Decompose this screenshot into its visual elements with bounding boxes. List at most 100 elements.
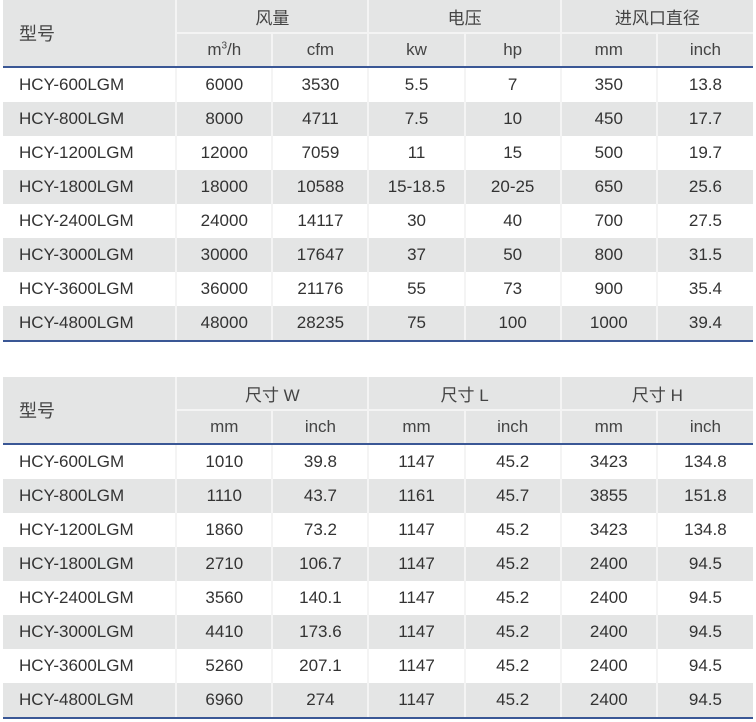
table-row: HCY-4800LGM 6960 274 1147 45.2 2400 94.5 bbox=[3, 683, 753, 719]
value-cell: 45.2 bbox=[463, 615, 561, 649]
model-header: 型号 bbox=[3, 377, 177, 445]
unit-header-h-inch: inch bbox=[655, 409, 753, 445]
group-header-airflow: 风量 bbox=[175, 0, 369, 33]
value-cell: 2400 bbox=[559, 683, 657, 719]
table-row: HCY-1200LGM 1860 73.2 1147 45.2 3423 134.8 bbox=[3, 513, 753, 547]
table-row: HCY-3600LGM 36000 21176 55 73 900 35.4 bbox=[3, 272, 753, 306]
value-cell: 30000 bbox=[175, 238, 273, 272]
model-cell: HCY-2400LGM bbox=[3, 204, 177, 238]
value-cell: 35.4 bbox=[655, 272, 753, 306]
group-header-height: 尺寸 H bbox=[559, 377, 753, 410]
value-cell: 1161 bbox=[367, 479, 465, 513]
table1-body: HCY-600LGM 6000 3530 5.5 7 350 13.8 HCY-800LGM 8… bbox=[3, 67, 753, 342]
value-cell: 3423 bbox=[559, 513, 657, 547]
group-header-row: 型号 风量 电压 进风口直径 bbox=[3, 0, 753, 68]
value-cell: 1147 bbox=[367, 581, 465, 615]
value-cell: 173.6 bbox=[271, 615, 369, 649]
unit-header-l-inch: inch bbox=[463, 409, 561, 445]
model-header: 型号 bbox=[3, 0, 177, 68]
model-cell: HCY-600LGM bbox=[3, 67, 177, 102]
value-cell: 900 bbox=[559, 272, 657, 306]
value-cell: 45.2 bbox=[463, 683, 561, 719]
table-row: HCY-3600LGM 5260 207.1 1147 45.2 2400 94.5 bbox=[3, 649, 753, 683]
table-row: HCY-3000LGM 4410 173.6 1147 45.2 2400 94.5 bbox=[3, 615, 753, 649]
value-cell: 94.5 bbox=[655, 547, 753, 581]
value-cell: 37 bbox=[367, 238, 465, 272]
value-cell: 45.2 bbox=[463, 581, 561, 615]
value-cell: 40 bbox=[463, 204, 561, 238]
value-cell: 650 bbox=[559, 170, 657, 204]
table-row: HCY-800LGM 8000 4711 7.5 10 450 17.7 bbox=[3, 102, 753, 136]
value-cell: 1110 bbox=[175, 479, 273, 513]
model-cell: HCY-600LGM bbox=[3, 444, 177, 479]
value-cell: 94.5 bbox=[655, 649, 753, 683]
value-cell: 48000 bbox=[175, 306, 273, 342]
value-cell: 17647 bbox=[271, 238, 369, 272]
value-cell: 1147 bbox=[367, 547, 465, 581]
value-cell: 3560 bbox=[175, 581, 273, 615]
unit-header-inch: inch bbox=[655, 32, 753, 68]
model-cell: HCY-1800LGM bbox=[3, 170, 177, 204]
value-cell: 1147 bbox=[367, 683, 465, 719]
group-header-width: 尺寸 W bbox=[175, 377, 369, 410]
dimensions-table: 型号 尺寸 W 尺寸 L 尺寸 H mm inch mm inch mm inc… bbox=[3, 377, 753, 719]
value-cell: 45.2 bbox=[463, 649, 561, 683]
model-cell: HCY-1800LGM bbox=[3, 547, 177, 581]
value-cell: 500 bbox=[559, 136, 657, 170]
value-cell: 2400 bbox=[559, 547, 657, 581]
value-cell: 1000 bbox=[559, 306, 657, 342]
model-cell: HCY-2400LGM bbox=[3, 581, 177, 615]
value-cell: 350 bbox=[559, 67, 657, 102]
value-cell: 1147 bbox=[367, 649, 465, 683]
value-cell: 75 bbox=[367, 306, 465, 342]
group-header-inlet-diameter: 进风口直径 bbox=[559, 0, 753, 33]
table-row: HCY-600LGM 6000 3530 5.5 7 350 13.8 bbox=[3, 67, 753, 102]
value-cell: 21176 bbox=[271, 272, 369, 306]
value-cell: 36000 bbox=[175, 272, 273, 306]
unit-header-m3h: m3/h bbox=[175, 32, 273, 68]
value-cell: 45.7 bbox=[463, 479, 561, 513]
table-row: HCY-4800LGM 48000 28235 75 100 1000 39.4 bbox=[3, 306, 753, 342]
value-cell: 7.5 bbox=[367, 102, 465, 136]
table-row: HCY-2400LGM 3560 140.1 1147 45.2 2400 94.5 bbox=[3, 581, 753, 615]
group-header-power: 电压 bbox=[367, 0, 561, 33]
unit-header-w-inch: inch bbox=[271, 409, 369, 445]
value-cell: 55 bbox=[367, 272, 465, 306]
value-cell: 15 bbox=[463, 136, 561, 170]
model-cell: HCY-4800LGM bbox=[3, 306, 177, 342]
value-cell: 14117 bbox=[271, 204, 369, 238]
value-cell: 134.8 bbox=[655, 513, 753, 547]
value-cell: 12000 bbox=[175, 136, 273, 170]
value-cell: 450 bbox=[559, 102, 657, 136]
value-cell: 7 bbox=[463, 67, 561, 102]
value-cell: 8000 bbox=[175, 102, 273, 136]
value-cell: 43.7 bbox=[271, 479, 369, 513]
value-cell: 1147 bbox=[367, 444, 465, 479]
unit-header-cfm: cfm bbox=[271, 32, 369, 68]
value-cell: 45.2 bbox=[463, 513, 561, 547]
value-cell: 11 bbox=[367, 136, 465, 170]
table-row: HCY-3000LGM 30000 17647 37 50 800 31.5 bbox=[3, 238, 753, 272]
unit-header-kw: kw bbox=[367, 32, 465, 68]
value-cell: 17.7 bbox=[655, 102, 753, 136]
value-cell: 2400 bbox=[559, 649, 657, 683]
value-cell: 19.7 bbox=[655, 136, 753, 170]
value-cell: 7059 bbox=[271, 136, 369, 170]
airflow-power-inlet-table: 型号 风量 电压 进风口直径 m3/h cfm kw hp mm inch HC… bbox=[3, 0, 753, 342]
value-cell: 1147 bbox=[367, 513, 465, 547]
value-cell: 15-18.5 bbox=[367, 170, 465, 204]
value-cell: 3855 bbox=[559, 479, 657, 513]
value-cell: 134.8 bbox=[655, 444, 753, 479]
unit-header-w-mm: mm bbox=[175, 409, 273, 445]
value-cell: 18000 bbox=[175, 170, 273, 204]
value-cell: 20-25 bbox=[463, 170, 561, 204]
value-cell: 27.5 bbox=[655, 204, 753, 238]
value-cell: 4410 bbox=[175, 615, 273, 649]
value-cell: 1010 bbox=[175, 444, 273, 479]
value-cell: 2710 bbox=[175, 547, 273, 581]
table-row: HCY-1800LGM 2710 106.7 1147 45.2 2400 94.5 bbox=[3, 547, 753, 581]
unit-header-h-mm: mm bbox=[559, 409, 657, 445]
value-cell: 45.2 bbox=[463, 547, 561, 581]
model-cell: HCY-3000LGM bbox=[3, 238, 177, 272]
model-cell: HCY-4800LGM bbox=[3, 683, 177, 719]
